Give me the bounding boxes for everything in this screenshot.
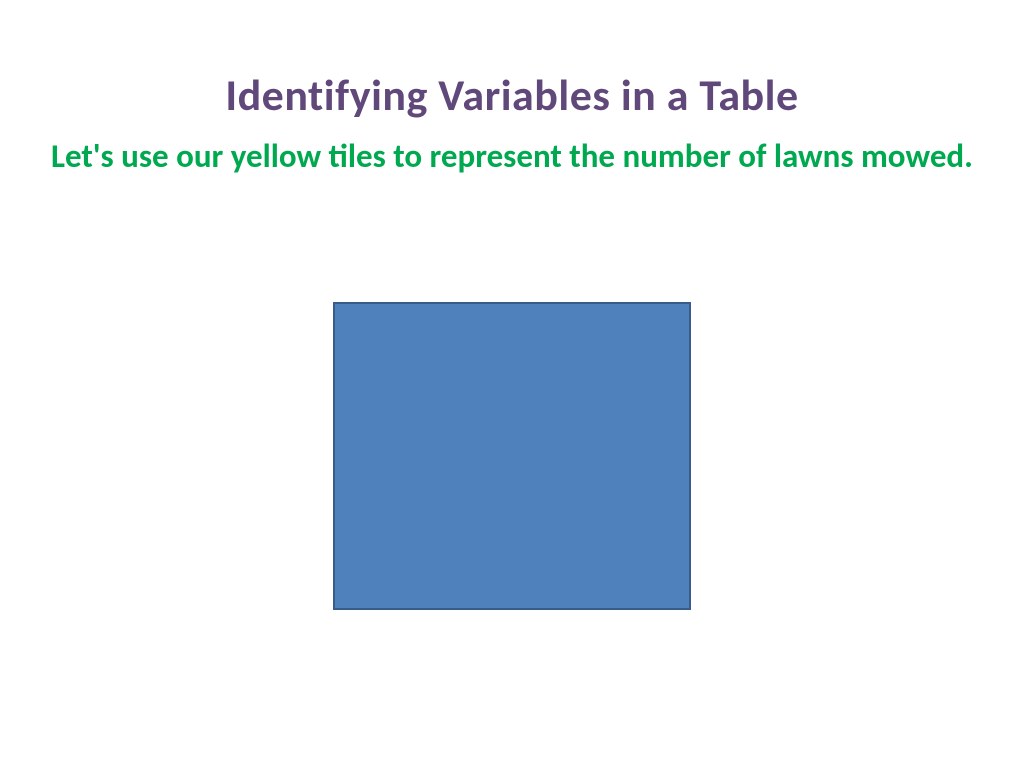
tile-container — [0, 302, 1024, 610]
slide-subtitle: Let's use our yellow tiles to represent … — [0, 122, 1024, 177]
blue-tile — [333, 302, 691, 610]
slide-title: Identifying Variables in a Table — [0, 0, 1024, 122]
